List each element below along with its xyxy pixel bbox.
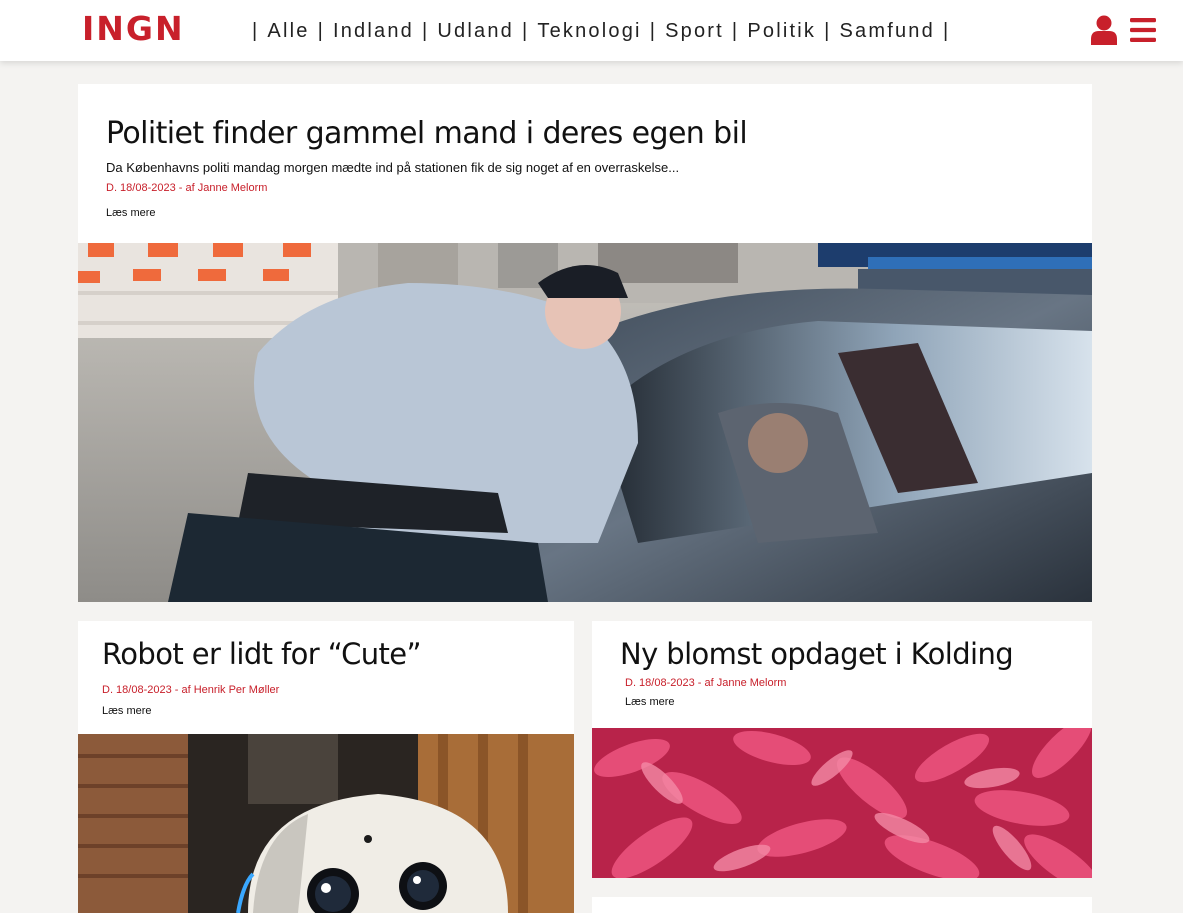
site-logo[interactable]: INGN xyxy=(82,10,185,48)
nav-separator: | xyxy=(252,20,260,42)
nav-separator: | xyxy=(942,20,951,42)
nav-item-politik[interactable]: Politik xyxy=(747,19,816,43)
next-article-card[interactable] xyxy=(592,897,1092,913)
nav-separator: | xyxy=(317,20,325,42)
pink-dahlia-flowers-photo[interactable] xyxy=(592,728,1092,878)
nav-separator: | xyxy=(421,20,430,42)
nav-item-alle[interactable]: Alle xyxy=(267,19,309,43)
nav-separator: | xyxy=(824,20,832,42)
hamburger-menu-icon[interactable] xyxy=(1130,18,1156,42)
robot-article-card[interactable]: Robot er lidt for “Cute” D. 18/08-2023 -… xyxy=(78,621,574,734)
nav-separator: | xyxy=(731,20,740,42)
nav-item-udland[interactable]: Udland xyxy=(437,19,514,43)
white-robot-photo[interactable] xyxy=(78,734,574,913)
nav-item-teknologi[interactable]: Teknologi xyxy=(537,19,641,43)
nav-item-samfund[interactable]: Samfund xyxy=(839,19,934,43)
flower-article-card[interactable]: Ny blomst opdaget i Kolding D. 18/08-202… xyxy=(592,621,1092,728)
flower-read-more-link[interactable]: Læs mere xyxy=(625,695,675,709)
featured-article-card[interactable]: Politiet finder gammel mand i deres egen… xyxy=(78,84,1092,244)
nav-item-indland[interactable]: Indland xyxy=(333,19,414,43)
flower-article-meta: D. 18/08-2023 - af Janne Melorm xyxy=(625,677,787,689)
featured-article-teaser: Da Københavns politi mandag morgen mædte… xyxy=(106,160,680,175)
flower-article-title[interactable]: Ny blomst opdaget i Kolding xyxy=(620,635,1014,673)
featured-article-meta: D. 18/08-2023 - af Janne Melorm xyxy=(106,182,268,194)
police-officer-leaning-into-car-photo[interactable] xyxy=(78,243,1092,602)
robot-article-title[interactable]: Robot er lidt for “Cute” xyxy=(102,635,422,673)
nav-separator: | xyxy=(521,20,530,42)
robot-read-more-link[interactable]: Læs mere xyxy=(102,704,152,718)
featured-read-more-link[interactable]: Læs mere xyxy=(106,206,156,220)
category-nav: | Alle | Indland | Udland | Teknologi | Sport | Pol… xyxy=(252,19,950,43)
robot-article-meta: D. 18/08-2023 - af Henrik Per Møller xyxy=(102,684,280,696)
featured-article-title[interactable]: Politiet finder gammel mand i deres egen… xyxy=(106,114,748,154)
nav-separator: | xyxy=(649,20,658,42)
nav-item-sport[interactable]: Sport xyxy=(665,19,724,43)
site-header: INGN | Alle | Indland | Udland | Teknologi | Spor… xyxy=(0,0,1183,61)
user-icon[interactable] xyxy=(1090,15,1118,45)
